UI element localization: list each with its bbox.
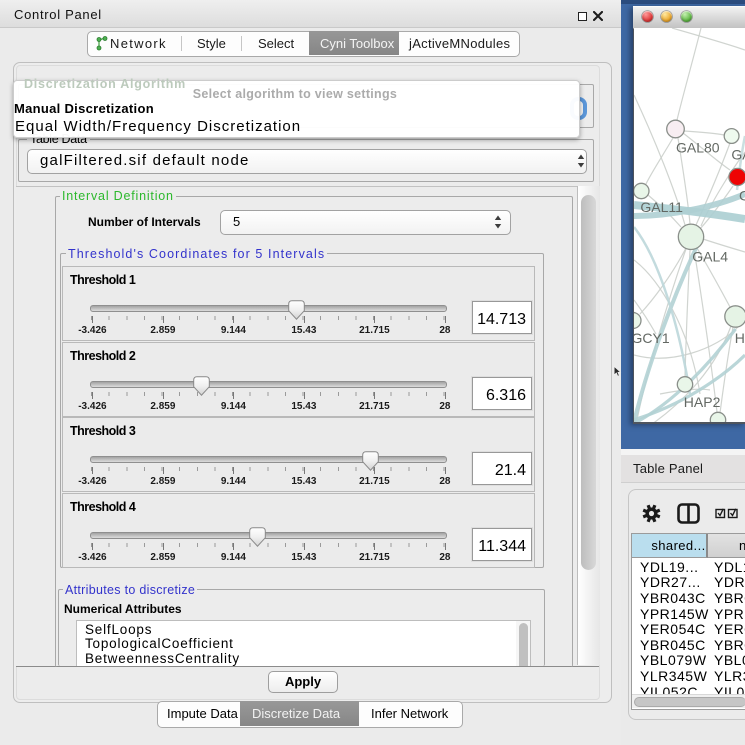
svg-text:C: C (739, 188, 745, 204)
svg-text:GAL11: GAL11 (640, 199, 683, 215)
svg-text:GAL4: GAL4 (692, 249, 728, 265)
svg-text:GAL80: GAL80 (676, 140, 720, 156)
svg-text:HAP2: HAP2 (684, 394, 721, 410)
svg-text:H: H (735, 330, 745, 346)
svg-text:GCY1: GCY1 (634, 330, 670, 346)
svg-text:GA: GA (731, 147, 745, 163)
